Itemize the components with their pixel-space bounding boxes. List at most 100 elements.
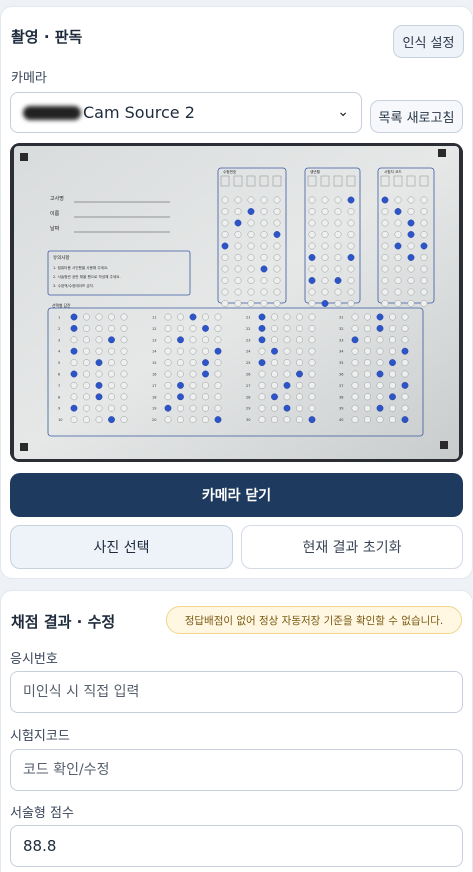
question-number: 2 <box>58 327 60 331</box>
omr-bubble <box>381 231 389 238</box>
omr-bubble <box>189 381 197 389</box>
omr-bubble <box>334 196 342 204</box>
omr-bubble <box>376 416 384 423</box>
omr-bubble <box>164 313 172 321</box>
omr-bubble <box>202 370 209 378</box>
omr-bubble <box>283 381 291 389</box>
omr-bubble <box>381 208 389 215</box>
omr-bubble <box>376 393 384 401</box>
omr-bubble <box>308 231 316 238</box>
omr-bubble <box>271 359 278 367</box>
camera-select[interactable]: Cam Source 2 ⌄ <box>10 92 362 133</box>
omr-bubble <box>177 336 184 344</box>
question-number: 31 <box>339 316 343 320</box>
omr-bubble <box>247 242 255 250</box>
sheet-field-name: 이름 <box>50 210 60 217</box>
omr-bubble <box>247 208 255 215</box>
omr-bubble <box>347 196 355 204</box>
omr-bubble <box>376 324 384 332</box>
omr-bubble <box>273 277 281 284</box>
omr-bubble <box>394 265 402 273</box>
omr-bubble <box>296 381 303 389</box>
section-title: 시험지 코드 <box>384 169 402 174</box>
exam-code-input[interactable] <box>10 749 463 791</box>
omr-bubble <box>401 416 409 423</box>
omr-bubble <box>334 300 342 307</box>
omr-bubble <box>401 393 409 401</box>
omr-bubble <box>164 393 172 401</box>
omr-bubble <box>271 381 278 389</box>
omr-bubble <box>401 370 409 378</box>
omr-bubble <box>189 313 197 321</box>
omr-bubble <box>420 300 428 307</box>
omr-bubble <box>401 336 409 344</box>
omr-bubble <box>202 336 209 344</box>
omr-bubble <box>389 393 396 401</box>
omr-bubble <box>214 324 222 332</box>
omr-bubble <box>273 208 281 215</box>
omr-bubble <box>273 300 281 307</box>
omr-bubble <box>108 370 115 378</box>
omr-bubble <box>381 196 389 204</box>
omr-bubble <box>420 231 428 238</box>
omr-bubble <box>177 359 184 367</box>
omr-bubble <box>351 416 359 423</box>
omr-bubble <box>258 347 266 355</box>
omr-bubble <box>273 219 281 227</box>
omr-bubble <box>260 277 268 284</box>
omr-bubble <box>283 404 291 412</box>
omr-bubble <box>394 300 402 307</box>
warning-badge: 정답배점이 없어 정상 자동저장 기준을 확인할 수 없습니다. <box>166 606 462 634</box>
refresh-list-button[interactable]: 목록 새로고침 <box>370 100 463 133</box>
close-camera-button[interactable]: 카메라 닫기 <box>10 473 463 517</box>
omr-bubble <box>401 359 409 367</box>
omr-bubble <box>351 393 359 401</box>
notice-line: 3. 수정액/수정테이프 금지. <box>53 283 94 288</box>
omr-bubble <box>394 219 402 227</box>
omr-bubble <box>308 324 316 332</box>
omr-bubble <box>95 313 103 321</box>
omr-bubble <box>247 300 255 307</box>
essay-score-input[interactable] <box>10 825 463 867</box>
omr-bubble <box>394 208 402 215</box>
omr-bubble <box>271 404 278 412</box>
reset-result-button[interactable]: 현재 결과 초기화 <box>241 525 463 569</box>
omr-bubble <box>189 359 197 367</box>
omr-bubble <box>70 393 78 401</box>
omr-bubble <box>381 242 389 250</box>
select-photo-button[interactable]: 사진 선택 <box>10 525 233 569</box>
omr-bubble <box>420 265 428 273</box>
question-number: 17 <box>152 384 156 388</box>
omr-bubble <box>283 347 291 355</box>
omr-bubble <box>394 254 402 261</box>
omr-bubble <box>70 404 78 412</box>
omr-bubble <box>296 370 303 378</box>
question-number: 5 <box>58 361 60 365</box>
omr-bubble <box>420 288 428 296</box>
omr-bubble <box>401 404 409 412</box>
omr-bubble <box>221 254 229 261</box>
question-number: 9 <box>58 407 60 411</box>
omr-bubble <box>260 231 268 238</box>
omr-bubble <box>83 324 90 332</box>
omr-bubble <box>308 196 316 204</box>
sheet-field-name: 날짜 <box>50 225 60 232</box>
sheet-field-name: 고사명 <box>50 195 64 202</box>
omr-bubble <box>271 324 278 332</box>
omr-bubble <box>321 242 329 250</box>
omr-bubble <box>364 393 371 401</box>
omr-bubble <box>308 370 316 378</box>
omr-bubble <box>221 208 229 215</box>
omr-bubble <box>120 347 128 355</box>
omr-bubble <box>364 381 371 389</box>
exam-number-input[interactable] <box>10 671 463 713</box>
omr-bubble <box>177 381 184 389</box>
omr-bubble <box>234 288 242 296</box>
question-number: 23 <box>246 338 250 342</box>
omr-bubble <box>260 196 268 204</box>
omr-bubble <box>401 347 409 355</box>
recognition-settings-button[interactable]: 인식 설정 <box>393 25 464 58</box>
question-number: 15 <box>152 361 156 365</box>
omr-bubble <box>108 359 115 367</box>
omr-bubble <box>214 336 222 344</box>
